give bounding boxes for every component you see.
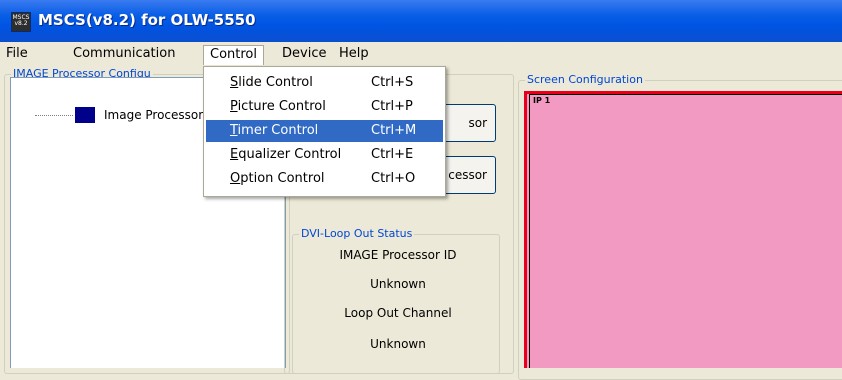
screen-panel-ip1[interactable]: IP 1: [529, 94, 842, 368]
menu-item-label: Option Control: [230, 171, 325, 186]
dvi-loop-out-status-label: DVI-Loop Out Status: [299, 227, 415, 240]
menu-item-label: Picture Control: [230, 99, 326, 114]
tree-connector: [35, 115, 73, 116]
menu-item-shortcut: Ctrl+O: [371, 171, 416, 186]
menu-item-shortcut: Ctrl+M: [371, 123, 417, 138]
menu-item-option-control[interactable]: Option Control Ctrl+O: [206, 168, 443, 190]
menu-item-shortcut: Ctrl+E: [371, 147, 414, 162]
processor-id-value: Unknown: [370, 277, 426, 291]
app-icon: MSCS v8.2: [11, 12, 31, 32]
panel-label: IP 1: [533, 96, 551, 105]
control-dropdown-menu: Slide Control Ctrl+S Picture Control Ctr…: [203, 66, 446, 197]
menu-item-equalizer-control[interactable]: Equalizer Control Ctrl+E: [206, 144, 443, 166]
menu-item-shortcut: Ctrl+P: [371, 99, 413, 114]
menu-help[interactable]: Help: [333, 44, 375, 64]
title-bar: MSCS v8.2 MSCS(v8.2) for OLW-5550: [0, 0, 842, 42]
menu-communication[interactable]: Communication: [67, 44, 181, 64]
menu-device[interactable]: Device: [276, 44, 332, 64]
screen-configuration-label: Screen Configuration: [525, 73, 645, 86]
window-title: MSCS(v8.2) for OLW-5550: [38, 11, 256, 29]
screen-canvas[interactable]: IP 1: [524, 91, 842, 368]
processor-node-icon: [75, 107, 95, 123]
processor-id-label: IMAGE Processor ID: [339, 248, 457, 262]
menu-item-shortcut: Ctrl+S: [371, 75, 414, 90]
menu-item-slide-control[interactable]: Slide Control Ctrl+S: [206, 72, 443, 94]
menu-item-timer-control[interactable]: Timer Control Ctrl+M: [206, 120, 443, 142]
menu-file[interactable]: File: [0, 44, 34, 64]
menu-control[interactable]: Control: [203, 45, 264, 65]
menu-item-label: Equalizer Control: [230, 147, 342, 162]
menu-item-picture-control[interactable]: Picture Control Ctrl+P: [206, 96, 443, 118]
loop-out-channel-value: Unknown: [370, 337, 426, 351]
menu-bar: File Communication Control Device Help: [0, 42, 842, 66]
loop-out-channel-label: Loop Out Channel: [344, 306, 452, 320]
tree-item-image-processor[interactable]: Image Processor: [104, 108, 203, 122]
menu-item-label: Slide Control: [230, 75, 313, 90]
menu-item-label: Timer Control: [230, 123, 319, 138]
